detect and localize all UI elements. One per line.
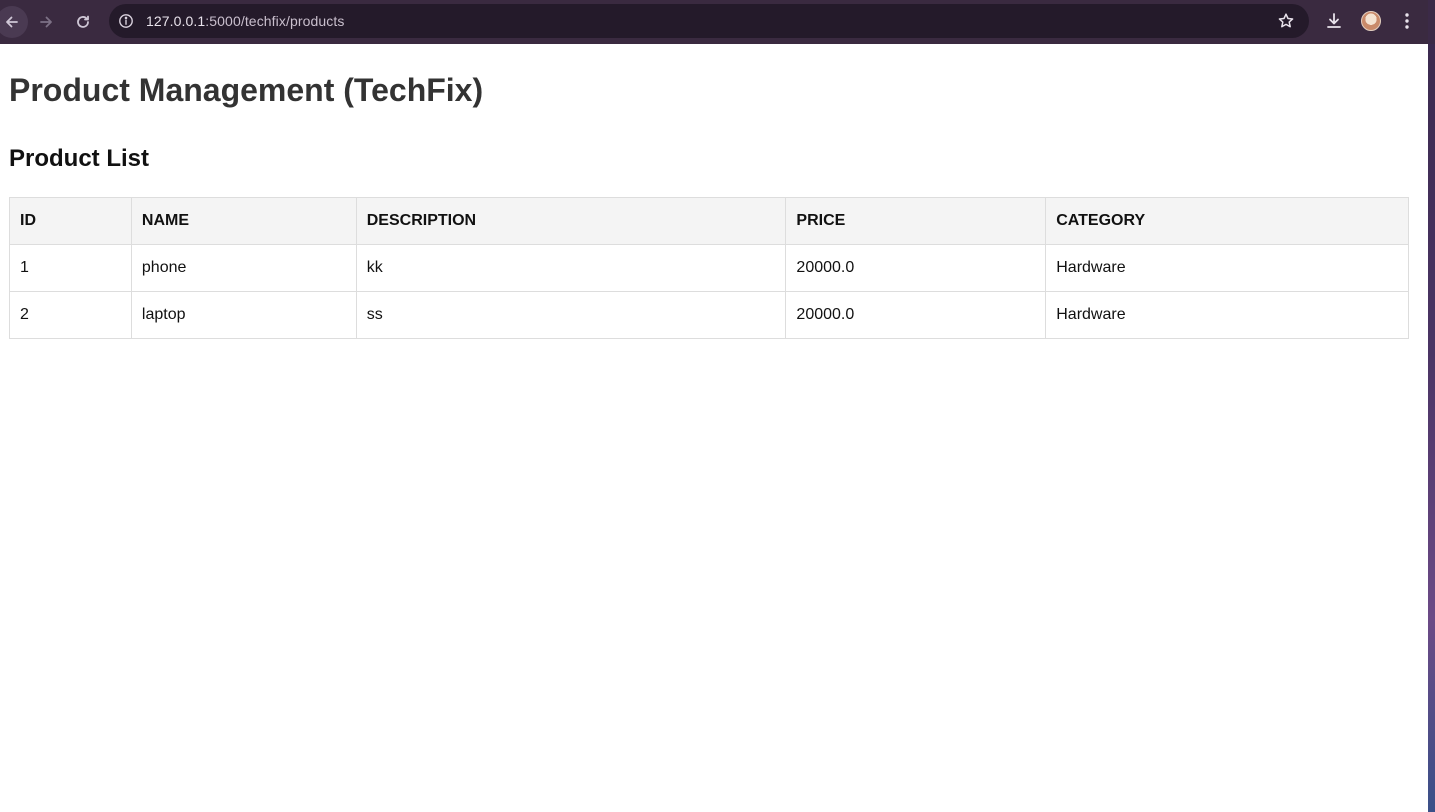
more-menu-icon[interactable] xyxy=(1398,11,1416,31)
url-path: :5000/techfix/products xyxy=(205,13,345,29)
table-row: 1 phone kk 20000.0 Hardware xyxy=(9,244,1409,292)
page-title: Product Management (TechFix) xyxy=(9,72,484,108)
header-description: DESCRIPTION xyxy=(355,197,787,245)
header-id: ID xyxy=(9,197,132,245)
address-bar[interactable]: 127.0.0.1:5000/techfix/products xyxy=(109,4,1309,38)
table-header-row: ID NAME DESCRIPTION PRICE CATEGORY xyxy=(9,197,1409,245)
cell-category: Hardware xyxy=(1045,244,1409,292)
desktop-background-strip xyxy=(1428,44,1435,812)
header-category: CATEGORY xyxy=(1045,197,1409,245)
avatar[interactable] xyxy=(1361,11,1381,31)
url-host: 127.0.0.1 xyxy=(146,13,206,29)
header-name: NAME xyxy=(130,197,357,245)
page-content: Product Management (TechFix) Product Lis… xyxy=(0,44,1428,812)
cell-name: laptop xyxy=(130,291,357,339)
cell-id: 1 xyxy=(9,244,132,292)
info-icon[interactable] xyxy=(118,13,134,29)
section-title: Product List xyxy=(9,145,150,172)
url-text[interactable]: 127.0.0.1:5000/techfix/products xyxy=(146,13,344,29)
table-row: 2 laptop ss 20000.0 Hardware xyxy=(9,291,1409,339)
cell-name: phone xyxy=(130,244,357,292)
header-price: PRICE xyxy=(785,197,1047,245)
reload-icon[interactable] xyxy=(67,6,99,38)
cell-price: 20000.0 xyxy=(785,291,1047,339)
cell-category: Hardware xyxy=(1045,291,1409,339)
cell-price: 20000.0 xyxy=(785,244,1047,292)
back-arrow-icon[interactable] xyxy=(0,6,28,38)
star-icon[interactable] xyxy=(1277,12,1295,30)
cell-id: 2 xyxy=(9,291,132,339)
forward-arrow-icon[interactable] xyxy=(30,6,62,38)
window-edge xyxy=(1428,0,1435,44)
download-icon[interactable] xyxy=(1324,11,1344,31)
product-table: ID NAME DESCRIPTION PRICE CATEGORY 1 pho… xyxy=(9,197,1409,339)
browser-toolbar: 127.0.0.1:5000/techfix/products xyxy=(0,0,1435,44)
cell-description: kk xyxy=(355,244,787,292)
cell-description: ss xyxy=(355,291,787,339)
